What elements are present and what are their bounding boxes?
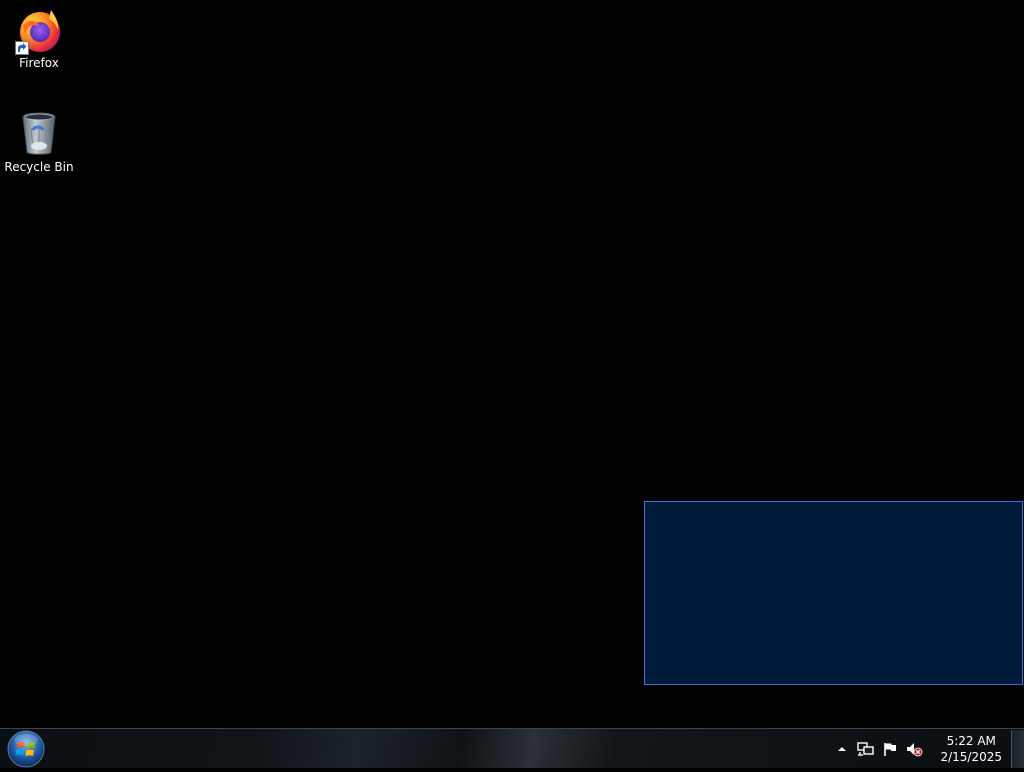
desktop[interactable]: Firefox Recycle Bin: [0, 0, 1024, 728]
notification-area: 5:22 AM 2/15/2025: [830, 729, 1010, 768]
taskbar: 5:22 AM 2/15/2025: [0, 728, 1024, 768]
desktop-icon-label: Recycle Bin: [4, 160, 74, 174]
network-icon[interactable]: [856, 739, 876, 759]
action-center-flag-icon[interactable]: [880, 739, 900, 759]
recycle-bin-icon: [15, 110, 63, 158]
show-desktop-button[interactable]: [1011, 730, 1024, 768]
windows-orb-icon: [7, 730, 45, 768]
shortcut-arrow-icon: [15, 40, 29, 55]
desktop-icon-firefox[interactable]: Firefox: [1, 6, 77, 70]
clock-time: 5:22 AM: [946, 733, 996, 748]
desktop-icon-recycle-bin[interactable]: Recycle Bin: [1, 110, 77, 174]
volume-muted-icon[interactable]: [904, 739, 924, 759]
show-hidden-icons-arrow-icon[interactable]: [832, 739, 852, 759]
clock-date: 2/15/2025: [940, 749, 1002, 764]
selection-rectangle: [644, 501, 1023, 685]
firefox-icon: [15, 6, 63, 55]
start-button[interactable]: [6, 730, 46, 768]
desktop-icon-label: Firefox: [19, 56, 59, 70]
clock[interactable]: 5:22 AM 2/15/2025: [940, 733, 1002, 765]
